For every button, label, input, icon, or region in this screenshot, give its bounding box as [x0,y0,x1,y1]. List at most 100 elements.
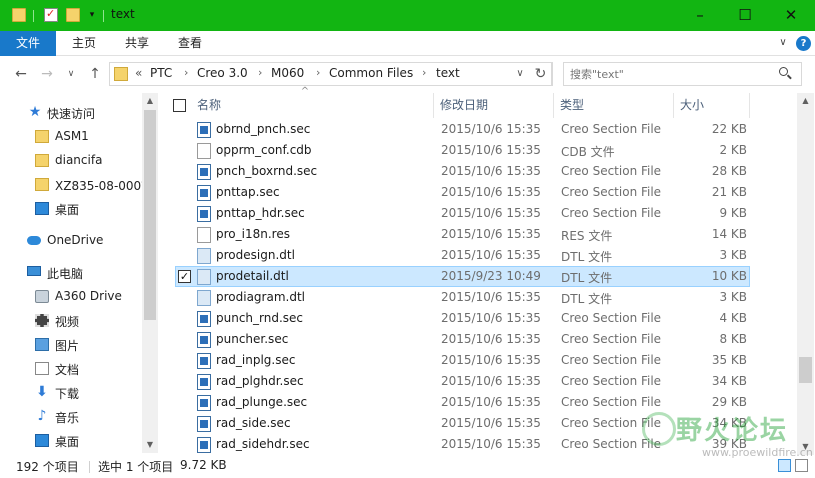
column-header-name[interactable]: 名称 [191,93,434,118]
file-type: Creo Section File [561,332,662,346]
file-row[interactable]: rad_plunge.sec 2015/10/6 15:35 Creo Sectio… [175,392,750,413]
refresh-icon[interactable]: ↻ [530,62,552,86]
file-row[interactable]: rad_inplg.sec 2015/10/6 15:35 Creo Section… [175,350,750,371]
nav-item-a360-drive[interactable]: A360 Drive [0,286,142,308]
file-row[interactable]: pro_i18n.res 2015/10/6 15:35 RES 文件 14 KB [175,224,750,245]
file-row[interactable]: opprm_conf.cdb 2015/10/6 15:35 CDB 文件 2 KB [175,140,750,161]
nav-item-desktop[interactable]: 桌面 [0,198,142,220]
search-icon[interactable] [779,67,793,81]
details-view-button[interactable] [778,459,791,472]
search-box[interactable] [563,62,802,86]
help-icon[interactable]: ? [796,36,811,51]
breadcrumb-chevron-icon[interactable]: › [422,66,426,79]
file-row[interactable]: obrnd_pnch.sec 2015/10/6 15:35 Creo Sectio… [175,120,750,140]
nav-item-downloads[interactable]: ⬇ 下载 [0,382,142,404]
file-row[interactable]: puncher.sec 2015/10/6 15:35 Creo Section F… [175,329,750,350]
scroll-down-arrow-icon[interactable]: ▼ [797,439,814,455]
back-arrow-icon[interactable]: ← [12,65,30,83]
recent-locations-chevron-icon[interactable]: ∨ [62,65,80,83]
file-list-scrollbar[interactable]: ▲ ▼ [797,93,814,455]
breadcrumb-item[interactable]: Creo 3.0 [197,66,248,80]
nav-item-asm1[interactable]: ASM1 [0,126,142,148]
row-checkbox[interactable]: ✓ [178,270,191,283]
file-name: punch_rnd.sec [216,311,304,325]
scroll-up-arrow-icon[interactable]: ▲ [142,93,158,109]
breadcrumb-overflow[interactable]: « [135,66,142,80]
nav-item-label: 下载 [55,387,80,401]
breadcrumb-chevron-icon[interactable]: › [258,66,262,79]
column-header-date[interactable]: 修改日期 [434,93,554,118]
nav-item-pictures[interactable]: 图片 [0,334,142,356]
nav-item-desktop-2[interactable]: 桌面 [0,430,142,452]
file-type: Creo Section File [561,395,662,409]
nav-item-diancifa[interactable]: diancifa [0,150,142,172]
file-row[interactable]: pnttap.sec 2015/10/6 15:35 Creo Section Fi… [175,182,750,203]
select-all-checkbox[interactable] [173,99,186,112]
nav-item-label: OneDrive [47,233,104,247]
tab-home[interactable]: 主页 [58,31,110,56]
file-name: obrnd_pnch.sec [216,122,311,136]
nav-pane-scrollbar[interactable]: ▲ ▼ [142,93,158,453]
folder-icon [35,178,49,191]
nav-item-music[interactable]: ♪ 音乐 [0,406,142,428]
maximize-button[interactable]: ☐ [722,0,768,31]
up-arrow-icon[interactable]: ↑ [86,65,104,83]
tab-view[interactable]: 查看 [164,31,216,56]
breadcrumb-item[interactable]: M060 [271,66,304,80]
tab-file[interactable]: 文件 [0,31,56,56]
navigation-pane: ★ 快速访问 ASM1 diancifa XZ835-08-000前 桌面 On… [0,93,158,453]
minimize-button[interactable]: – [677,0,723,31]
file-row[interactable]: punch_rnd.sec 2015/10/6 15:35 Creo Section… [175,308,750,329]
column-header-type[interactable]: 类型 [554,93,674,118]
address-history-chevron-icon[interactable]: ∨ [510,62,530,86]
scrollbar-thumb[interactable] [144,110,156,320]
folder-icon [114,67,128,81]
expand-ribbon-chevron-icon[interactable]: ∨ [776,36,790,50]
file-type: RES 文件 [561,229,613,243]
computer-icon [27,266,41,276]
tab-share[interactable]: 共享 [111,31,163,56]
scroll-down-arrow-icon[interactable]: ▼ [142,437,158,453]
file-row[interactable]: rad_sidehdr.sec 2015/10/6 15:35 Creo Secti… [175,434,750,455]
search-input[interactable] [570,66,770,82]
file-size: 21 KB [711,185,747,199]
scrollbar-thumb[interactable] [799,357,812,383]
breadcrumb-chevron-icon[interactable]: › [316,66,320,79]
nav-item-videos[interactable]: 视频 [0,310,142,332]
breadcrumb-item[interactable]: PTC [150,66,172,80]
breadcrumb-chevron-icon[interactable]: › [184,66,188,79]
toolbar-separator [33,10,34,22]
large-icons-view-button[interactable] [795,459,808,472]
file-row[interactable]: ✓ prodetail.dtl 2015/9/23 10:49 DTL 文件 10 KB [175,266,750,287]
breadcrumb-item[interactable]: Common Files [329,66,413,80]
nav-item-xz835[interactable]: XZ835-08-000前 [0,174,153,196]
new-folder-icon[interactable] [66,8,80,22]
file-type: Creo Section File [561,353,662,367]
file-row[interactable]: rad_plghdr.sec 2015/10/6 15:35 Creo Sectio… [175,371,750,392]
customize-toolbar-chevron-icon[interactable]: ▾ [86,8,98,22]
nav-item-this-pc[interactable]: 此电脑 [0,262,142,284]
file-date: 2015/9/23 10:49 [441,269,541,283]
file-row[interactable]: pnch_boxrnd.sec 2015/10/6 15:35 Creo Secti… [175,161,750,182]
file-type: Creo Section File [561,164,662,178]
title-bar: ▾ text – ☐ ✕ [0,0,815,31]
close-button[interactable]: ✕ [768,0,814,31]
file-row[interactable]: prodesign.dtl 2015/10/6 15:35 DTL 文件 3 KB [175,245,750,266]
file-row[interactable]: prodiagram.dtl 2015/10/6 15:35 DTL 文件 3 KB [175,287,750,308]
breadcrumb-item[interactable]: text [436,66,460,80]
file-row[interactable]: rad_side.sec 2015/10/6 15:35 Creo Section … [175,413,750,434]
nav-item-documents[interactable]: 文档 [0,358,142,380]
file-date: 2015/10/6 15:35 [441,185,541,199]
file-row[interactable]: pnttap_hdr.sec 2015/10/6 15:35 Creo Sectio… [175,203,750,224]
forward-arrow-icon[interactable]: → [38,65,56,83]
column-header-size[interactable]: 大小 [674,93,750,118]
file-date: 2015/10/6 15:35 [441,395,541,409]
properties-icon[interactable] [44,7,58,22]
scroll-up-arrow-icon[interactable]: ▲ [797,93,814,109]
drive-icon [35,290,49,303]
file-name: rad_inplg.sec [216,353,296,367]
address-bar[interactable]: « PTC › Creo 3.0 › M060 › Common Files ›… [109,62,553,86]
selection-size: 9.72 KB [180,458,227,472]
nav-item-onedrive[interactable]: OneDrive [0,230,142,252]
nav-item-quick-access[interactable]: ★ 快速访问 [0,102,142,124]
